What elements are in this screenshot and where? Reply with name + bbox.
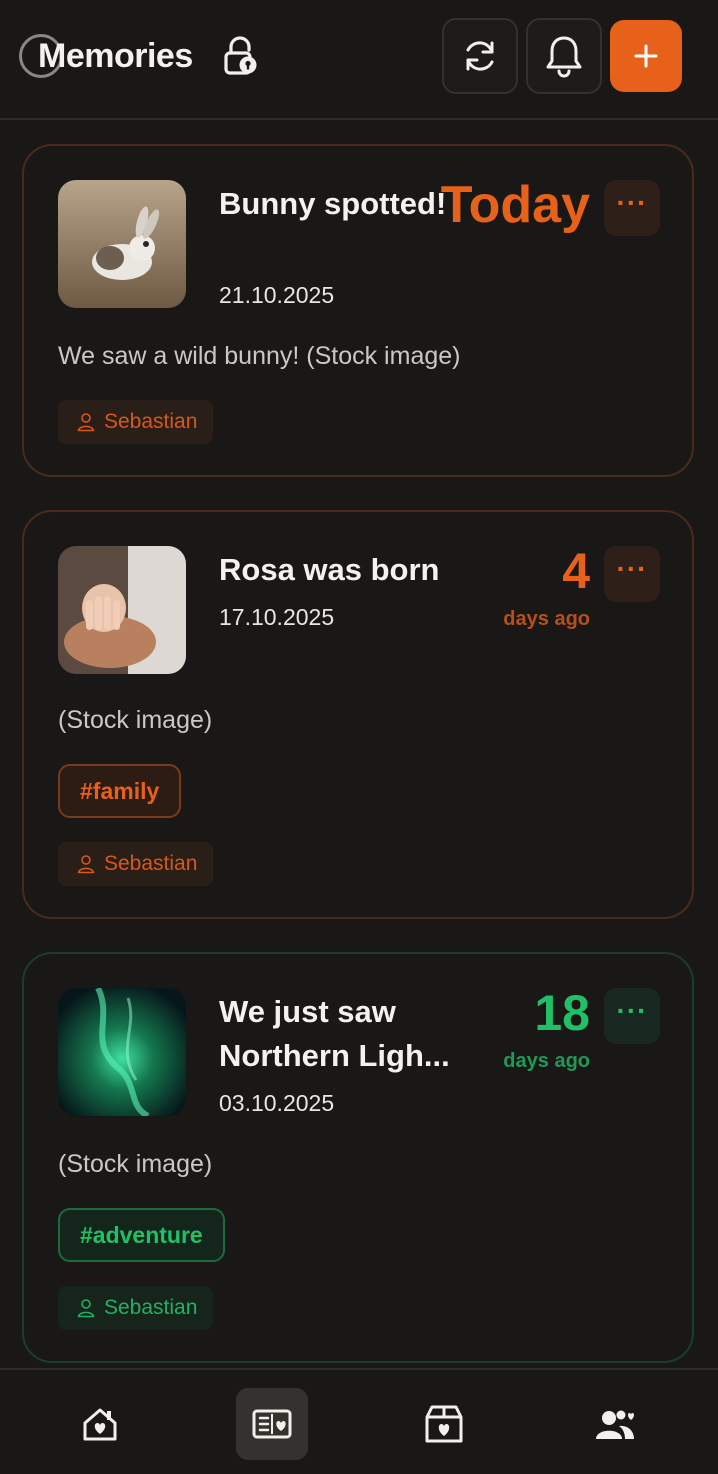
memory-description: We saw a wild bunny! (Stock image) [58, 342, 461, 370]
relative-date-number: 18 [534, 985, 590, 1041]
author-name: Sebastian [104, 410, 198, 433]
memory-card[interactable]: We just saw Northern Ligh... 03.10.2025 … [22, 952, 694, 1363]
more-icon: ··· [616, 553, 648, 584]
app-header: Memories [0, 0, 718, 120]
nav-home[interactable] [64, 1388, 136, 1460]
memory-title: Rosa was born [219, 552, 440, 587]
refresh-button[interactable] [442, 18, 518, 94]
memory-thumbnail [58, 988, 186, 1116]
nav-people[interactable] [580, 1388, 652, 1460]
notifications-button[interactable] [526, 18, 602, 94]
people-heart-icon [596, 1410, 635, 1439]
nav-box[interactable] [408, 1388, 480, 1460]
author-badge: Sebastian [58, 842, 214, 886]
memory-card[interactable]: Bunny spotted! 21.10.2025 Today ··· We s… [22, 144, 694, 477]
relative-date: Today [440, 176, 590, 234]
author-name: Sebastian [104, 852, 198, 875]
memory-title: We just saw Northern Ligh... [219, 994, 450, 1073]
add-memory-button[interactable] [610, 20, 682, 92]
memory-thumbnail [58, 180, 186, 308]
relative-date-label: days ago [503, 608, 590, 630]
memory-description: (Stock image) [58, 1150, 213, 1178]
memory-date: 21.10.2025 [219, 282, 335, 308]
more-icon: ··· [616, 187, 648, 218]
tag-chip[interactable]: #adventure [58, 1208, 225, 1262]
more-icon: ··· [616, 995, 648, 1026]
more-options-button[interactable]: ··· [604, 546, 660, 602]
home-heart-icon [83, 1408, 117, 1441]
memory-card[interactable]: Rosa was born 17.10.2025 4 days ago ··· … [22, 510, 694, 919]
more-options-button[interactable]: ··· [604, 988, 660, 1044]
memory-description: (Stock image) [58, 706, 213, 734]
user-icon [77, 413, 95, 432]
refresh-icon [466, 41, 494, 71]
author-badge: Sebastian [58, 1286, 214, 1330]
bell-icon [546, 36, 582, 78]
page-title: Memories [38, 37, 193, 75]
memory-thumbnail [58, 546, 186, 674]
memory-date: 17.10.2025 [219, 604, 335, 630]
user-icon [77, 855, 95, 874]
memories-icon [252, 1409, 292, 1439]
bottom-navigation [0, 1368, 718, 1474]
memory-date: 03.10.2025 [219, 1090, 335, 1116]
relative-date-label: days ago [503, 1050, 590, 1072]
box-heart-icon [425, 1405, 463, 1443]
author-badge: Sebastian [58, 400, 214, 444]
user-icon [77, 1299, 95, 1318]
tag-chip[interactable]: #family [58, 764, 182, 818]
lock-icon [224, 36, 257, 75]
relative-date-number: 4 [562, 543, 590, 599]
more-options-button[interactable]: ··· [604, 180, 660, 236]
nav-memories[interactable] [236, 1388, 308, 1460]
author-name: Sebastian [104, 1296, 198, 1319]
plus-icon [634, 44, 658, 68]
